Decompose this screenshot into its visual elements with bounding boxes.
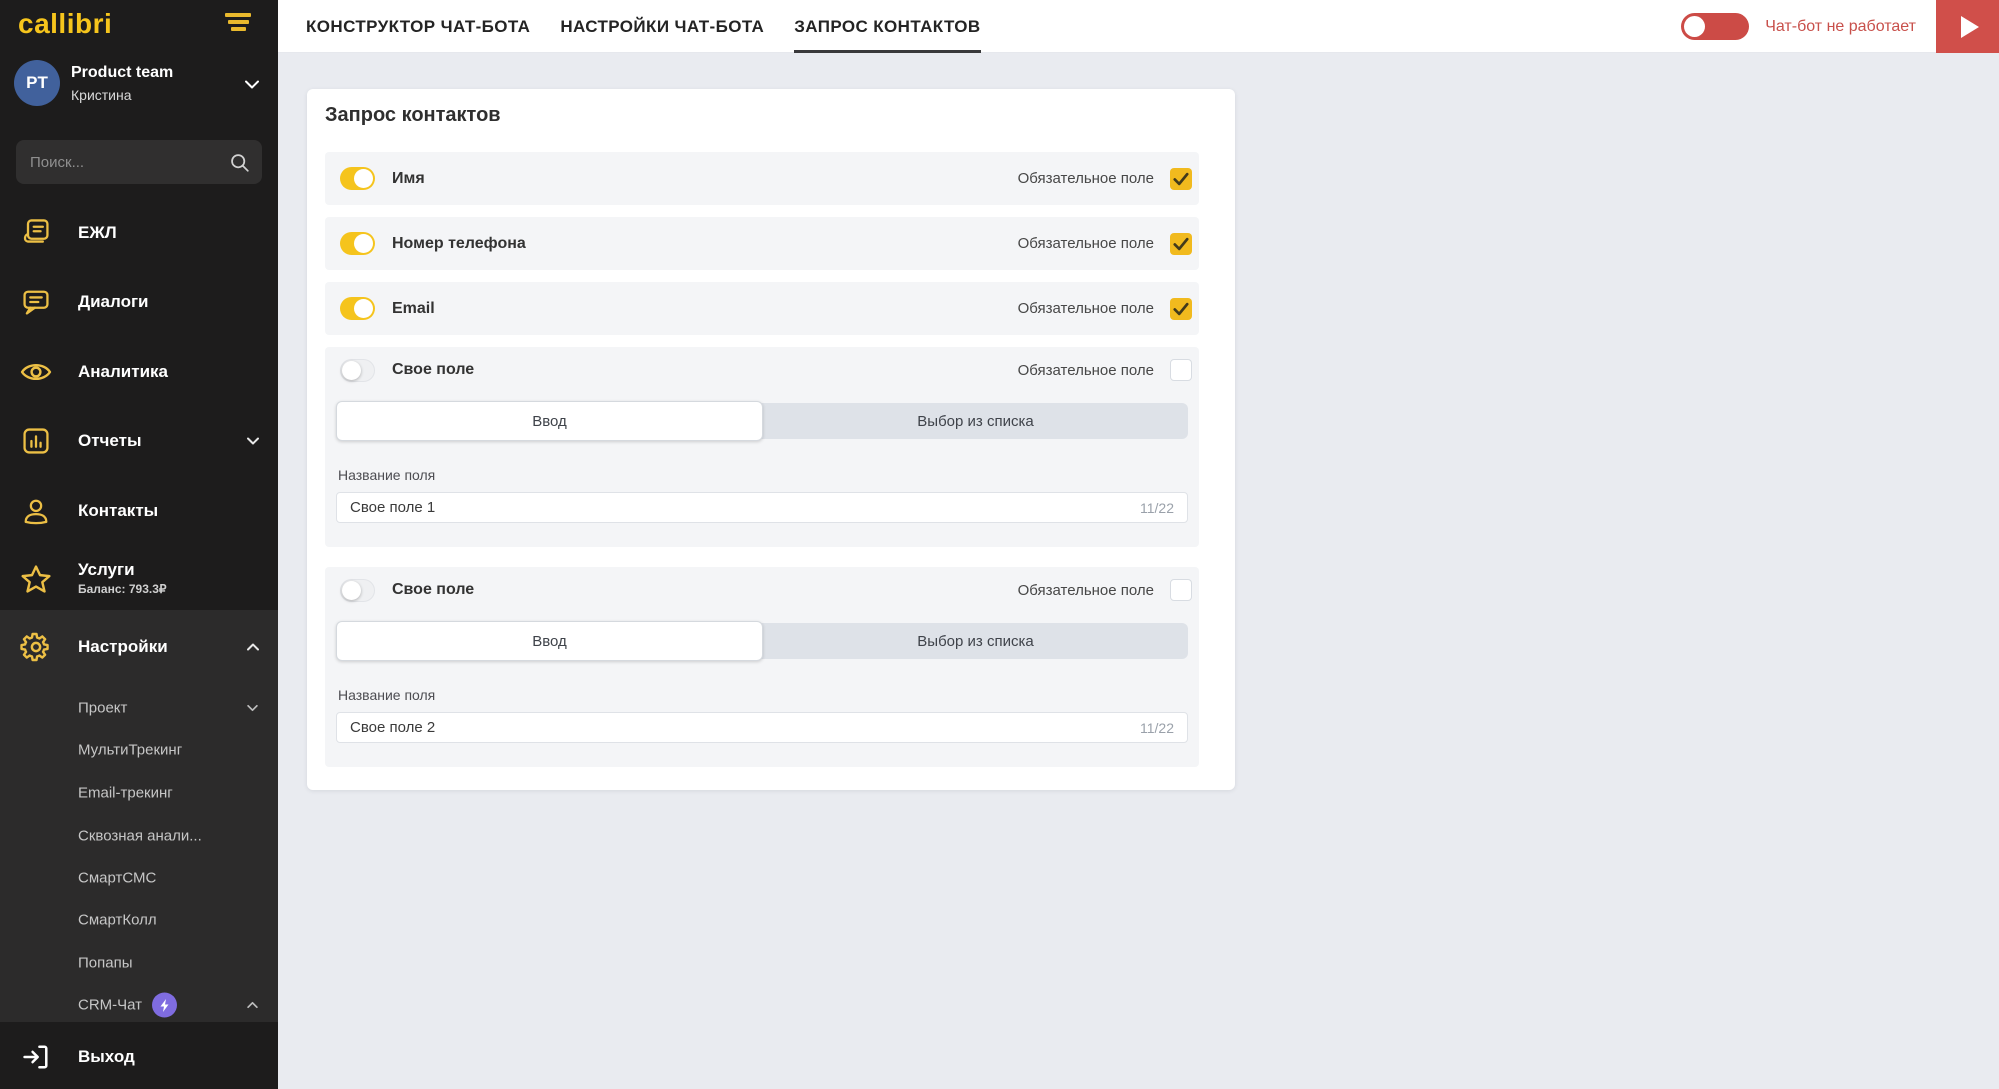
sidebar-item-settings[interactable]: Настройки xyxy=(0,612,278,682)
sidebar-item-dialogs[interactable]: Диалоги xyxy=(0,267,278,337)
input-type-segmented-control: Ввод Выбор из списка xyxy=(336,403,1188,439)
account-name: Product team xyxy=(71,64,173,82)
field-row-email: Email Обязательное поле xyxy=(325,282,1199,335)
field-name-label: Название поля xyxy=(338,687,435,703)
topbar: КОНСТРУКТОР ЧАТ-БОТА НАСТРОЙКИ ЧАТ-БОТА … xyxy=(278,0,1999,53)
custom-field-header: Свое поле Обязательное поле xyxy=(325,355,1199,385)
sidebar-item-label: Контакты xyxy=(78,501,158,521)
search-icon[interactable] xyxy=(229,152,250,173)
play-icon xyxy=(1961,16,1979,38)
bot-status-label: Чат-бот не работает xyxy=(1765,18,1916,36)
field-row-phone: Номер телефона Обязательное поле xyxy=(325,217,1199,270)
required-checkbox[interactable] xyxy=(1170,233,1192,255)
segment-list-choice[interactable]: Выбор из списка xyxy=(763,403,1188,439)
avatar[interactable]: PT xyxy=(14,60,60,106)
journal-icon xyxy=(18,215,54,251)
required-checkbox[interactable] xyxy=(1170,298,1192,320)
account-user: Кристина xyxy=(71,87,132,103)
sidebar-item-label: Услуги xyxy=(78,560,135,580)
chevron-down-icon[interactable] xyxy=(247,705,258,712)
tab-bot-constructor[interactable]: КОНСТРУКТОР ЧАТ-БОТА xyxy=(306,0,530,53)
chevron-down-icon[interactable] xyxy=(245,80,259,89)
field-name-input-wrap: 11/22 xyxy=(336,492,1188,523)
sidebar-item-reports[interactable]: Отчеты xyxy=(0,406,278,476)
tab-bot-settings[interactable]: НАСТРОЙКИ ЧАТ-БОТА xyxy=(560,0,764,53)
page-title: Запрос контактов xyxy=(325,104,501,127)
required-checkbox[interactable] xyxy=(1170,168,1192,190)
field-name-input[interactable] xyxy=(350,499,1130,516)
field-toggle[interactable] xyxy=(340,167,375,190)
main-content: Запрос контактов Имя Обязательное поле Н… xyxy=(278,53,1999,1089)
contact-request-card: Запрос контактов Имя Обязательное поле Н… xyxy=(307,89,1235,790)
input-type-segmented-control: Ввод Выбор из списка xyxy=(336,623,1188,659)
segment-input[interactable]: Ввод xyxy=(336,621,763,661)
field-toggle[interactable] xyxy=(340,232,375,255)
search-input[interactable] xyxy=(30,154,229,171)
chevron-down-icon[interactable] xyxy=(247,437,259,445)
person-icon xyxy=(18,493,54,529)
sidebar-subitem-crm-chat[interactable]: CRM-Чат xyxy=(0,984,278,1026)
field-row-name: Имя Обязательное поле xyxy=(325,152,1199,205)
sidebar-item-label: Настройки xyxy=(78,637,168,657)
collapse-menu-icon[interactable] xyxy=(224,13,252,31)
star-icon xyxy=(18,562,54,598)
sidebar-subitem-multitracking[interactable]: МультиТрекинг xyxy=(0,729,278,771)
sidebar-subitem-end-to-end-analytics[interactable]: Сквозная анали... xyxy=(0,815,278,857)
sidebar-item-label: Аналитика xyxy=(78,362,168,382)
launch-bot-button[interactable] xyxy=(1936,0,1999,53)
sidebar-search[interactable] xyxy=(16,140,262,184)
bar-chart-icon xyxy=(18,423,54,459)
sidebar: callibri PT Product team Кристина ЕЖЛ Ди… xyxy=(0,0,278,1089)
callibri-logo: callibri xyxy=(18,8,112,40)
app-screen: callibri PT Product team Кристина ЕЖЛ Ди… xyxy=(0,0,1999,1089)
bot-enable-toggle[interactable] xyxy=(1681,13,1749,40)
tab-contact-request[interactable]: ЗАПРОС КОНТАКТОВ xyxy=(794,0,980,53)
sidebar-subitem-email-tracking[interactable]: Email-трекинг xyxy=(0,772,278,814)
sidebar-subitem-smartcall[interactable]: СмартКолл xyxy=(0,899,278,941)
field-name-label: Название поля xyxy=(338,467,435,483)
sidebar-item-label: Отчеты xyxy=(78,431,142,451)
eye-icon xyxy=(18,354,54,390)
chevron-up-icon[interactable] xyxy=(247,643,259,651)
segment-input[interactable]: Ввод xyxy=(336,401,763,441)
custom-field-group-2: Свое поле Обязательное поле Ввод Выбор и… xyxy=(325,567,1199,767)
sidebar-item-label: Диалоги xyxy=(78,292,149,312)
bot-status-cluster: Чат-бот не работает xyxy=(1681,0,1999,53)
sidebar-subitem-smartsms[interactable]: СмартСМС xyxy=(0,857,278,899)
logout-button[interactable]: Выход xyxy=(0,1028,278,1086)
sidebar-subitem-popups[interactable]: Попапы xyxy=(0,942,278,984)
exit-icon xyxy=(18,1039,54,1075)
sidebar-item-label: ЕЖЛ xyxy=(78,223,117,243)
segment-list-choice[interactable]: Выбор из списка xyxy=(763,623,1188,659)
custom-field-header: Свое поле Обязательное поле xyxy=(325,575,1199,605)
char-counter: 11/22 xyxy=(1140,720,1174,736)
custom-field-group-1: Свое поле Обязательное поле Ввод Выбор и… xyxy=(325,347,1199,547)
required-checkbox[interactable] xyxy=(1170,579,1192,601)
tab-bar: КОНСТРУКТОР ЧАТ-БОТА НАСТРОЙКИ ЧАТ-БОТА … xyxy=(306,0,981,53)
field-toggle[interactable] xyxy=(340,297,375,320)
sidebar-subitem-project[interactable]: Проект xyxy=(0,687,278,729)
field-name-input[interactable] xyxy=(350,719,1130,736)
field-name-input-wrap: 11/22 xyxy=(336,712,1188,743)
field-toggle[interactable] xyxy=(340,579,375,602)
required-checkbox[interactable] xyxy=(1170,359,1192,381)
lightning-badge-icon xyxy=(152,993,177,1018)
field-toggle[interactable] xyxy=(340,359,375,382)
chevron-up-icon[interactable] xyxy=(247,1002,258,1009)
sidebar-item-ezhl[interactable]: ЕЖЛ xyxy=(0,198,278,268)
char-counter: 11/22 xyxy=(1140,500,1174,516)
balance-label: Баланс: 793.3₽ xyxy=(78,582,167,596)
sidebar-item-contacts[interactable]: Контакты xyxy=(0,476,278,546)
chat-icon xyxy=(18,284,54,320)
sidebar-item-analytics[interactable]: Аналитика xyxy=(0,337,278,407)
gear-icon xyxy=(18,629,54,665)
sidebar-item-services[interactable]: Услуги Баланс: 793.3₽ xyxy=(0,545,278,615)
